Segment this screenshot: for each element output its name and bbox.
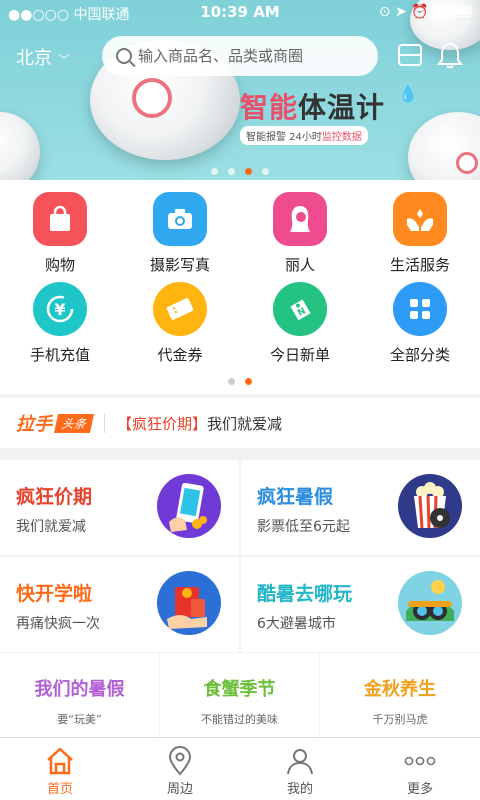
more-dots-icon <box>360 744 480 778</box>
battery-icon <box>446 5 472 17</box>
city-selector[interactable]: 北京 ﹀ <box>16 44 70 70</box>
season-title: 我们的暑假 <box>34 679 125 700</box>
bluetooth-icon: ᛒ <box>433 4 442 20</box>
bell-icon[interactable] <box>436 40 464 70</box>
popcorn-film-illustration <box>398 474 462 538</box>
shopping-bag-icon <box>33 192 87 246</box>
banner-title: 智能体温计 <box>240 91 386 124</box>
promo-subtitle: 我们就爱减 <box>16 519 86 535</box>
camera-icon <box>153 192 207 246</box>
promo-card[interactable]: 酷暑去哪玩 6大避暑城市 <box>241 557 480 652</box>
lock-rotation-icon: ⊙ <box>378 4 391 20</box>
category-label: 今日新单 <box>269 346 330 364</box>
tab-more[interactable]: 更多 <box>360 738 480 800</box>
location-arrow-icon: ➤ <box>395 4 407 20</box>
category-pager[interactable] <box>0 370 480 389</box>
hero-banner[interactable]: 智能体温计 💧 智能报警 24小时监控数据 <box>0 0 480 180</box>
category-beauty[interactable]: 丽人 <box>240 180 360 274</box>
tab-label: 更多 <box>406 782 433 797</box>
season-title: 金秋养生 <box>364 679 436 700</box>
pager-dot[interactable] <box>228 168 235 175</box>
user-icon <box>240 744 360 778</box>
red-envelope-illustration <box>157 571 221 635</box>
pager-dot-active[interactable] <box>245 378 252 385</box>
category-shopping[interactable]: 购物 <box>0 180 120 274</box>
category-voucher[interactable]: 代金券 <box>120 270 240 364</box>
category-photography[interactable]: 摄影写真 <box>120 180 240 274</box>
banner-pager[interactable] <box>0 160 480 179</box>
promo-title: 快开学啦 <box>16 583 93 605</box>
tab-home[interactable]: 首页 <box>0 738 120 800</box>
promo-title: 酷暑去哪玩 <box>257 583 353 605</box>
headline-text: 【疯狂价期】我们就爱减 <box>117 414 283 433</box>
new-tag-icon: N <box>273 282 327 336</box>
promo-subtitle: 再痛快疯一次 <box>16 616 100 632</box>
status-icons: ⊙ ➤ ⏰ ᛒ <box>379 4 472 20</box>
search-input[interactable] <box>138 47 358 65</box>
season-card[interactable]: 食蟹季节 不能错过的美味 <box>160 653 319 737</box>
water-drop-icon: 💧 <box>398 84 418 103</box>
category-grid: 购物 摄影写真 丽人 生活服务 ¥ 手机充值 代金券 N 今日新单 全部分类 <box>0 180 480 394</box>
season-card[interactable]: 金秋养生 千万别马虎 <box>320 653 480 737</box>
promo-title: 疯狂暑假 <box>257 486 334 508</box>
tab-label: 我的 <box>286 782 313 797</box>
home-icon <box>0 744 120 778</box>
category-all[interactable]: 全部分类 <box>360 270 480 364</box>
promo-card[interactable]: 快开学啦 再痛快疯一次 <box>0 557 239 652</box>
category-new-today[interactable]: N 今日新单 <box>240 270 360 364</box>
promo-subtitle: 6大避暑城市 <box>257 616 336 632</box>
ticket-icon <box>153 282 207 336</box>
season-subtitle: 不能错过的美味 <box>201 713 278 726</box>
svg-text:¥: ¥ <box>54 300 65 319</box>
headline-logo: 拉手 <box>16 414 52 435</box>
season-subtitle: 要“玩美” <box>57 713 102 726</box>
promo-title: 疯狂价期 <box>16 486 93 508</box>
location-pin-icon <box>120 744 240 778</box>
search-icon <box>116 48 132 64</box>
tab-label: 周边 <box>166 782 193 797</box>
headline-ticker[interactable]: 拉手 头条 【疯狂价期】我们就爱减 <box>0 398 480 448</box>
pager-dot-active[interactable] <box>245 168 252 175</box>
tab-label: 首页 <box>46 782 73 797</box>
promo-card[interactable]: 疯狂价期 我们就爱减 <box>0 460 239 555</box>
chevron-down-icon: ﹀ <box>58 53 71 67</box>
promo-card[interactable]: 疯狂暑假 影票低至6元起 <box>241 460 480 555</box>
woman-icon <box>273 192 327 246</box>
pager-dot[interactable] <box>228 378 235 385</box>
grid-all-icon <box>393 282 447 336</box>
scan-icon[interactable] <box>396 40 424 70</box>
pager-dot[interactable] <box>211 168 218 175</box>
hands-care-icon <box>393 192 447 246</box>
category-life-service[interactable]: 生活服务 <box>360 180 480 274</box>
status-bar: ●●○○○ 中国联通 10:39 AM ⊙ ➤ ⏰ ᛒ <box>0 0 480 26</box>
alarm-icon: ⏰ <box>411 4 429 20</box>
yen-recharge-icon: ¥ <box>33 282 87 336</box>
category-label: 全部分类 <box>389 346 450 364</box>
tab-nearby[interactable]: 周边 <box>120 738 240 800</box>
bottom-tab-bar: 首页 周边 我的 更多 <box>0 737 480 800</box>
category-label: 代金券 <box>157 346 203 364</box>
category-label: 手机充值 <box>29 346 90 364</box>
promo-subtitle: 影票低至6元起 <box>257 519 350 535</box>
search-bar[interactable] <box>102 36 378 76</box>
season-subtitle: 千万别马虎 <box>372 713 428 726</box>
banner-subtitle: 智能报警 24小时监控数据 <box>240 126 368 145</box>
pager-dot[interactable] <box>262 168 269 175</box>
season-title: 食蟹季节 <box>203 679 276 700</box>
category-phone-recharge[interactable]: ¥ 手机充值 <box>0 270 120 364</box>
season-card[interactable]: 我们的暑假 要“玩美” <box>0 653 159 737</box>
phone-coupon-illustration <box>157 474 221 538</box>
binoculars-illustration <box>398 571 462 635</box>
divider <box>104 413 106 433</box>
headline-tag: 头条 <box>53 413 95 433</box>
tab-mine[interactable]: 我的 <box>240 738 360 800</box>
